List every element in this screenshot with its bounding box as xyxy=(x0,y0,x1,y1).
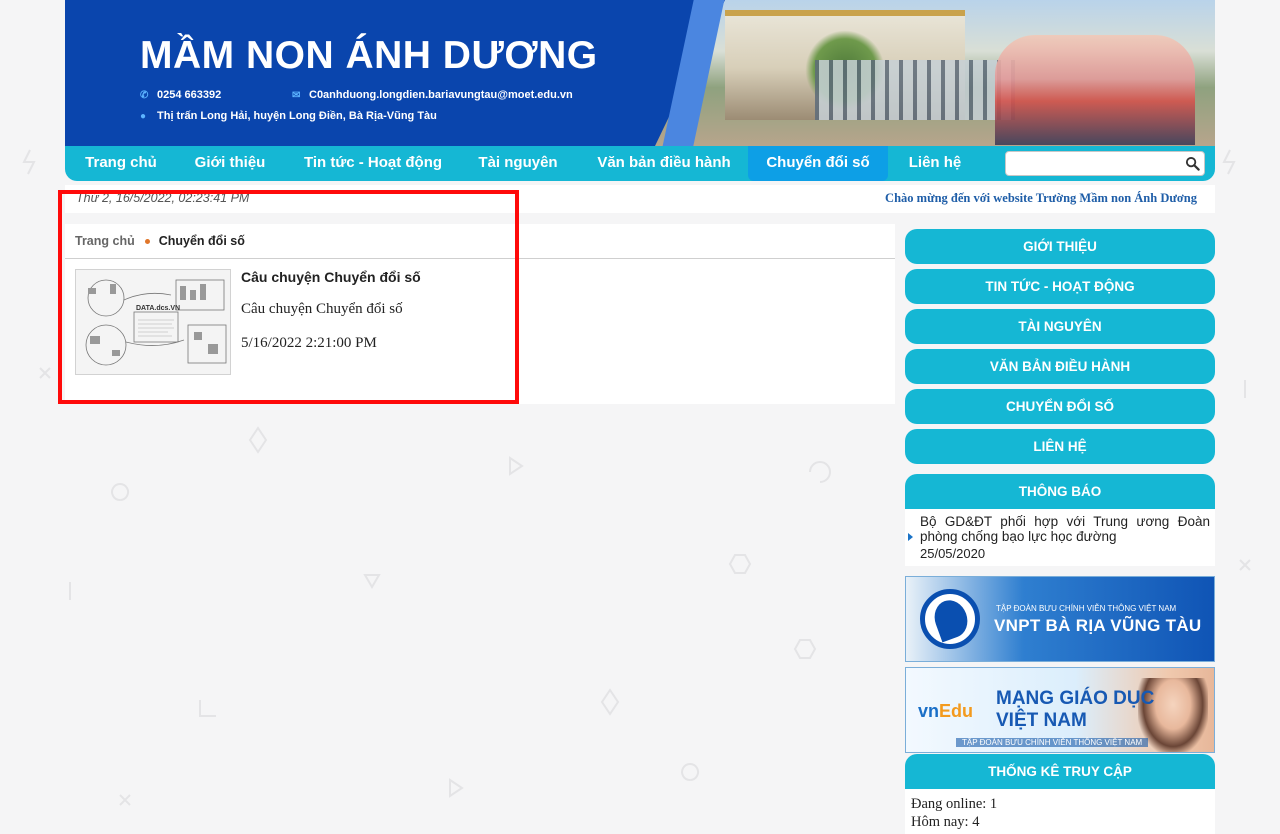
notice-item-link[interactable]: Bộ GD&ĐT phối hợp với Trung ương Đoàn ph… xyxy=(920,514,1210,544)
stats-panel: Đang online: 1 Hôm nay: 4 xyxy=(905,789,1215,834)
vnpt-banner[interactable]: TẬP ĐOÀN BƯU CHÍNH VIỄN THÔNG VIỆT NAM V… xyxy=(905,576,1215,662)
phone-number: 0254 663392 xyxy=(157,89,222,101)
nav-item-home[interactable]: Trang chủ xyxy=(73,146,169,181)
phone-icon: ✆ xyxy=(140,90,149,101)
sidebar-item-documents[interactable]: VĂN BẢN ĐIỀU HÀNH xyxy=(905,349,1215,384)
search-icon[interactable] xyxy=(1185,156,1200,171)
vnedu-logo-edu: Edu xyxy=(939,701,974,721)
thumbnail-label: DATA.dcs.VN xyxy=(136,305,180,312)
header-school-photo xyxy=(655,0,1215,146)
sidebar-item-contact[interactable]: LIÊN HỆ xyxy=(905,429,1215,464)
search-box xyxy=(1005,151,1205,176)
address-text: Thị trấn Long Hải, huyện Long Điền, Bà R… xyxy=(157,110,437,122)
vnedu-title-line1: MẠNG GIÁO DỤC xyxy=(996,688,1155,709)
bullet-arrow-icon xyxy=(908,533,913,541)
vnpt-banner-subtitle: TẬP ĐOÀN BƯU CHÍNH VIỄN THÔNG VIỆT NAM xyxy=(996,604,1177,613)
article-thumbnail-image: DATA.dcs.VN xyxy=(76,270,230,374)
main-content: Trang chủ Chuyển đổi số DATA.dcs.VN Câu … xyxy=(65,224,895,404)
article-thumbnail[interactable]: DATA.dcs.VN xyxy=(75,269,231,375)
notice-panel-heading: THÔNG BÁO xyxy=(905,474,1215,509)
nav-item-about[interactable]: Giới thiệu xyxy=(181,146,279,181)
sidebar-item-about[interactable]: GIỚI THIỆU xyxy=(905,229,1215,264)
notice-item-date: 25/05/2020 xyxy=(920,546,986,561)
site-header: MẦM NON ÁNH DƯƠNG ✆ 0254 663392 ✉ C0anhduo… xyxy=(65,0,1215,146)
header-address: ● Thị trấn Long Hải, huyện Long Điền, Bà … xyxy=(140,110,437,122)
stats-online: Đang online: 1 xyxy=(911,796,998,812)
article-summary: Câu chuyện Chuyển đổi số xyxy=(241,301,403,317)
breadcrumb-home-link[interactable]: Trang chủ xyxy=(75,234,135,248)
welcome-marquee: Chào mừng đến với website Trường Mầm non… xyxy=(885,191,1197,205)
article-title-link[interactable]: Câu chuyện Chuyển đổi số xyxy=(241,269,421,285)
nav-item-contact[interactable]: Liên hệ xyxy=(895,146,975,181)
breadcrumb-current: Chuyển đổi số xyxy=(158,234,245,248)
notice-panel: Bộ GD&ĐT phối hợp với Trung ương Đoàn ph… xyxy=(905,509,1215,566)
site-title: MẦM NON ÁNH DƯƠNG xyxy=(140,34,598,77)
sidebar-item-digital-transformation[interactable]: CHUYỂN ĐỔI SỐ xyxy=(905,389,1215,424)
mail-icon: ✉ xyxy=(292,90,301,101)
breadcrumb-separator-icon xyxy=(144,238,150,244)
vnedu-banner-title: MẠNG GIÁO DỤC VIỆT NAM xyxy=(996,688,1154,732)
date-bar: Thứ 2, 16/5/2022, 02:23:41 PM Chào mừng … xyxy=(65,185,1215,213)
stats-panel-heading: THỐNG KÊ TRUY CẬP xyxy=(905,754,1215,789)
school-gate-image xyxy=(815,60,1015,120)
children-image xyxy=(995,35,1195,145)
vnpt-banner-title: VNPT BÀ RỊA VŨNG TÀU xyxy=(994,616,1202,635)
email-address: C0anhduong.longdien.bariavungtau@moet.ed… xyxy=(309,89,573,101)
vnedu-logo: vnEdu xyxy=(918,701,973,722)
header-phone: ✆ 0254 663392 xyxy=(140,89,221,101)
nav-item-resources[interactable]: Tài nguyên xyxy=(465,146,571,181)
main-nav: Trang chủ Giới thiệu Tin tức - Hoạt động… xyxy=(65,146,1215,181)
header-email: ✉ C0anhduong.longdien.bariavungtau@moet.e… xyxy=(292,89,573,101)
sidebar-item-news[interactable]: TIN TỨC - HOẠT ĐỘNG xyxy=(905,269,1215,304)
breadcrumb: Trang chủ Chuyển đổi số xyxy=(75,234,245,248)
vnedu-title-line2: VIỆT NAM xyxy=(996,710,1087,731)
sidebar-item-resources[interactable]: TÀI NGUYÊN xyxy=(905,309,1215,344)
nav-item-digital-transformation[interactable]: Chuyển đổi số xyxy=(748,146,888,181)
nav-item-documents[interactable]: Văn bản điều hành xyxy=(583,146,745,181)
location-pin-icon: ● xyxy=(140,111,147,122)
search-input[interactable] xyxy=(1010,154,1180,173)
vnedu-banner[interactable]: vnEdu MẠNG GIÁO DỤC VIỆT NAM TẬP ĐOÀN BƯ… xyxy=(905,667,1215,753)
nav-item-news[interactable]: Tin tức - Hoạt động xyxy=(293,146,453,181)
breadcrumb-divider xyxy=(65,258,895,259)
article-date: 5/16/2022 2:21:00 PM xyxy=(241,335,377,351)
vnedu-banner-subtitle: TẬP ĐOÀN BƯU CHÍNH VIỄN THÔNG VIỆT NAM xyxy=(956,738,1149,747)
stats-today: Hôm nay: 4 xyxy=(911,814,980,830)
vnpt-logo-icon xyxy=(920,589,980,649)
vnedu-logo-vn: vn xyxy=(918,701,940,721)
current-date-time: Thứ 2, 16/5/2022, 02:23:41 PM xyxy=(76,191,250,205)
